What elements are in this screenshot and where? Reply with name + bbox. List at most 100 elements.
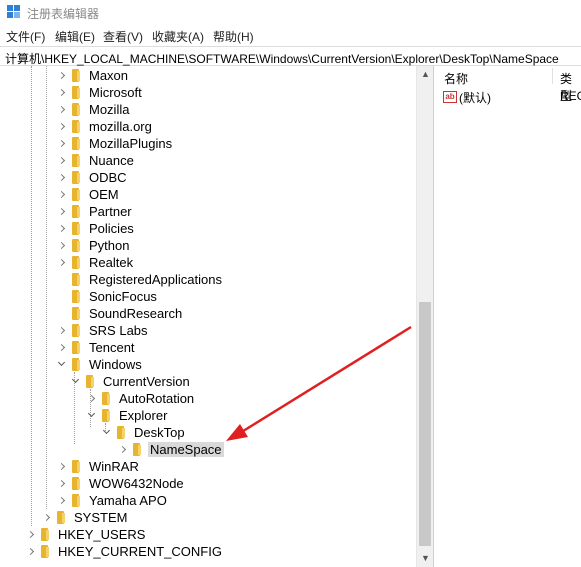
tree-item-oem[interactable]: OEM: [56, 186, 121, 203]
chevron-right-icon[interactable]: [86, 393, 98, 405]
tree-item-maxon[interactable]: Maxon: [56, 67, 130, 84]
folder-icon: [72, 188, 80, 201]
tree-item-label: Python: [89, 238, 130, 253]
tree-item-partner[interactable]: Partner: [56, 203, 134, 220]
tree-item-wow6432node[interactable]: WOW6432Node: [56, 475, 186, 492]
tree-item-python[interactable]: Python: [56, 237, 131, 254]
tree-item-microsoft[interactable]: Microsoft: [56, 84, 144, 101]
chevron-down-icon[interactable]: [70, 376, 82, 388]
chevron-right-icon[interactable]: [56, 257, 68, 269]
tree-item-label: Policies: [89, 221, 134, 236]
chevron-right-icon[interactable]: [56, 478, 68, 490]
chevron-right-icon[interactable]: [56, 342, 68, 354]
menu-edit[interactable]: 编辑(E): [55, 28, 95, 45]
chevron-right-icon[interactable]: [56, 240, 68, 252]
tree-item-hkey-users[interactable]: HKEY_USERS: [25, 526, 147, 543]
folder-icon: [72, 273, 80, 286]
folder-icon: [72, 120, 80, 133]
tree-item-label: SRS Labs: [89, 323, 148, 338]
folder-open-icon: [72, 358, 80, 371]
chevron-right-icon[interactable]: [56, 206, 68, 218]
chevron-right-icon[interactable]: [56, 138, 68, 150]
column-divider[interactable]: [552, 68, 553, 84]
tree-item-soundresearch[interactable]: SoundResearch: [56, 305, 184, 322]
chevron-right-icon[interactable]: [25, 529, 37, 541]
tree-guide-line: [46, 66, 47, 509]
tree-item-system[interactable]: SYSTEM: [41, 509, 129, 526]
tree-item-realtek[interactable]: Realtek: [56, 254, 135, 271]
scroll-down-arrow-icon[interactable]: ▼: [417, 550, 434, 567]
scroll-up-arrow-icon[interactable]: ▲: [417, 66, 434, 83]
tree-item-label: Maxon: [89, 68, 129, 83]
menu-help[interactable]: 帮助(H): [213, 28, 254, 45]
address-path[interactable]: 计算机\HKEY_LOCAL_MACHINE\SOFTWARE\Windows\…: [5, 50, 559, 67]
chevron-down-icon[interactable]: [86, 410, 98, 422]
chevron-right-icon[interactable]: [117, 444, 129, 456]
tree-item-windows[interactable]: Windows: [56, 356, 144, 373]
tree-item-srs-labs[interactable]: SRS Labs: [56, 322, 150, 339]
chevron-right-icon[interactable]: [56, 104, 68, 116]
registry-tree: Maxon Microsoft Mozilla mozilla.org Mozi…: [0, 66, 434, 567]
folder-icon: [72, 477, 80, 490]
chevron-right-icon[interactable]: [56, 223, 68, 235]
scrollbar-thumb[interactable]: [419, 302, 431, 546]
tree-item-label: Microsoft: [89, 85, 142, 100]
tree-item-winrar[interactable]: WinRAR: [56, 458, 141, 475]
regedit-app-icon: [7, 5, 21, 19]
column-header-name[interactable]: 名称: [444, 70, 468, 87]
tree-item-registeredapplications[interactable]: RegisteredApplications: [56, 271, 224, 288]
tree-item-mozilla-org[interactable]: mozilla.org: [56, 118, 154, 135]
folder-icon: [72, 222, 80, 235]
tree-item-label: HKEY_USERS: [58, 527, 146, 542]
tree-item-label: SonicFocus: [89, 289, 157, 304]
chevron-right-icon[interactable]: [41, 512, 53, 524]
tree-scrollbar[interactable]: ▲ ▼: [416, 66, 433, 567]
tree-item-autorotation[interactable]: AutoRotation: [86, 390, 196, 407]
chevron-right-icon[interactable]: [56, 495, 68, 507]
tree-item-explorer[interactable]: Explorer: [86, 407, 169, 424]
folder-icon: [72, 154, 80, 167]
tree-item-currentversion[interactable]: CurrentVersion: [70, 373, 192, 390]
chevron-down-icon[interactable]: [56, 359, 68, 371]
tree-item-nuance[interactable]: Nuance: [56, 152, 136, 169]
tree-item-tencent[interactable]: Tencent: [56, 339, 137, 356]
tree-item-label: CurrentVersion: [103, 374, 190, 389]
menu-favorites[interactable]: 收藏夹(A): [152, 28, 204, 45]
tree-item-namespace[interactable]: NameSpace: [117, 441, 224, 458]
chevron-right-icon[interactable]: [56, 155, 68, 167]
tree-item-label: OEM: [89, 187, 119, 202]
chevron-right-icon[interactable]: [56, 189, 68, 201]
chevron-right-icon[interactable]: [56, 121, 68, 133]
address-bar[interactable]: 计算机\HKEY_LOCAL_MACHINE\SOFTWARE\Windows\…: [0, 46, 581, 66]
chevron-right-icon[interactable]: [56, 70, 68, 82]
tree-item-policies[interactable]: Policies: [56, 220, 136, 237]
folder-icon: [72, 460, 80, 473]
menu-view[interactable]: 查看(V): [103, 28, 143, 45]
tree-item-desktop[interactable]: DeskTop: [101, 424, 187, 441]
chevron-right-icon[interactable]: [25, 546, 37, 558]
folder-open-icon: [86, 375, 94, 388]
chevron-right-icon[interactable]: [56, 325, 68, 337]
tree-item-sonicfocus[interactable]: SonicFocus: [56, 288, 159, 305]
folder-icon: [72, 205, 80, 218]
tree-item-hkey-current-config[interactable]: HKEY_CURRENT_CONFIG: [25, 543, 224, 560]
folder-icon: [57, 511, 65, 524]
tree-item-label: Explorer: [119, 408, 168, 423]
tree-item-label-selected: NameSpace: [148, 442, 224, 457]
tree-item-label: WinRAR: [89, 459, 139, 474]
value-row[interactable]: ab (默认): [443, 89, 491, 105]
folder-icon: [72, 239, 80, 252]
folder-icon: [72, 341, 80, 354]
tree-item-yamaha-apo[interactable]: Yamaha APO: [56, 492, 169, 509]
chevron-right-icon[interactable]: [56, 87, 68, 99]
tree-item-mozilla[interactable]: Mozilla: [56, 101, 131, 118]
tree-item-odbc[interactable]: ODBC: [56, 169, 129, 186]
chevron-right-icon[interactable]: [56, 461, 68, 473]
tree-item-label: MozillaPlugins: [89, 136, 173, 151]
chevron-right-icon[interactable]: [56, 172, 68, 184]
value-name: (默认): [459, 90, 491, 105]
chevron-down-icon[interactable]: [101, 427, 113, 439]
tree-item-mozillaplugins[interactable]: MozillaPlugins: [56, 135, 174, 152]
folder-icon: [72, 86, 80, 99]
menu-file[interactable]: 文件(F): [6, 28, 45, 45]
